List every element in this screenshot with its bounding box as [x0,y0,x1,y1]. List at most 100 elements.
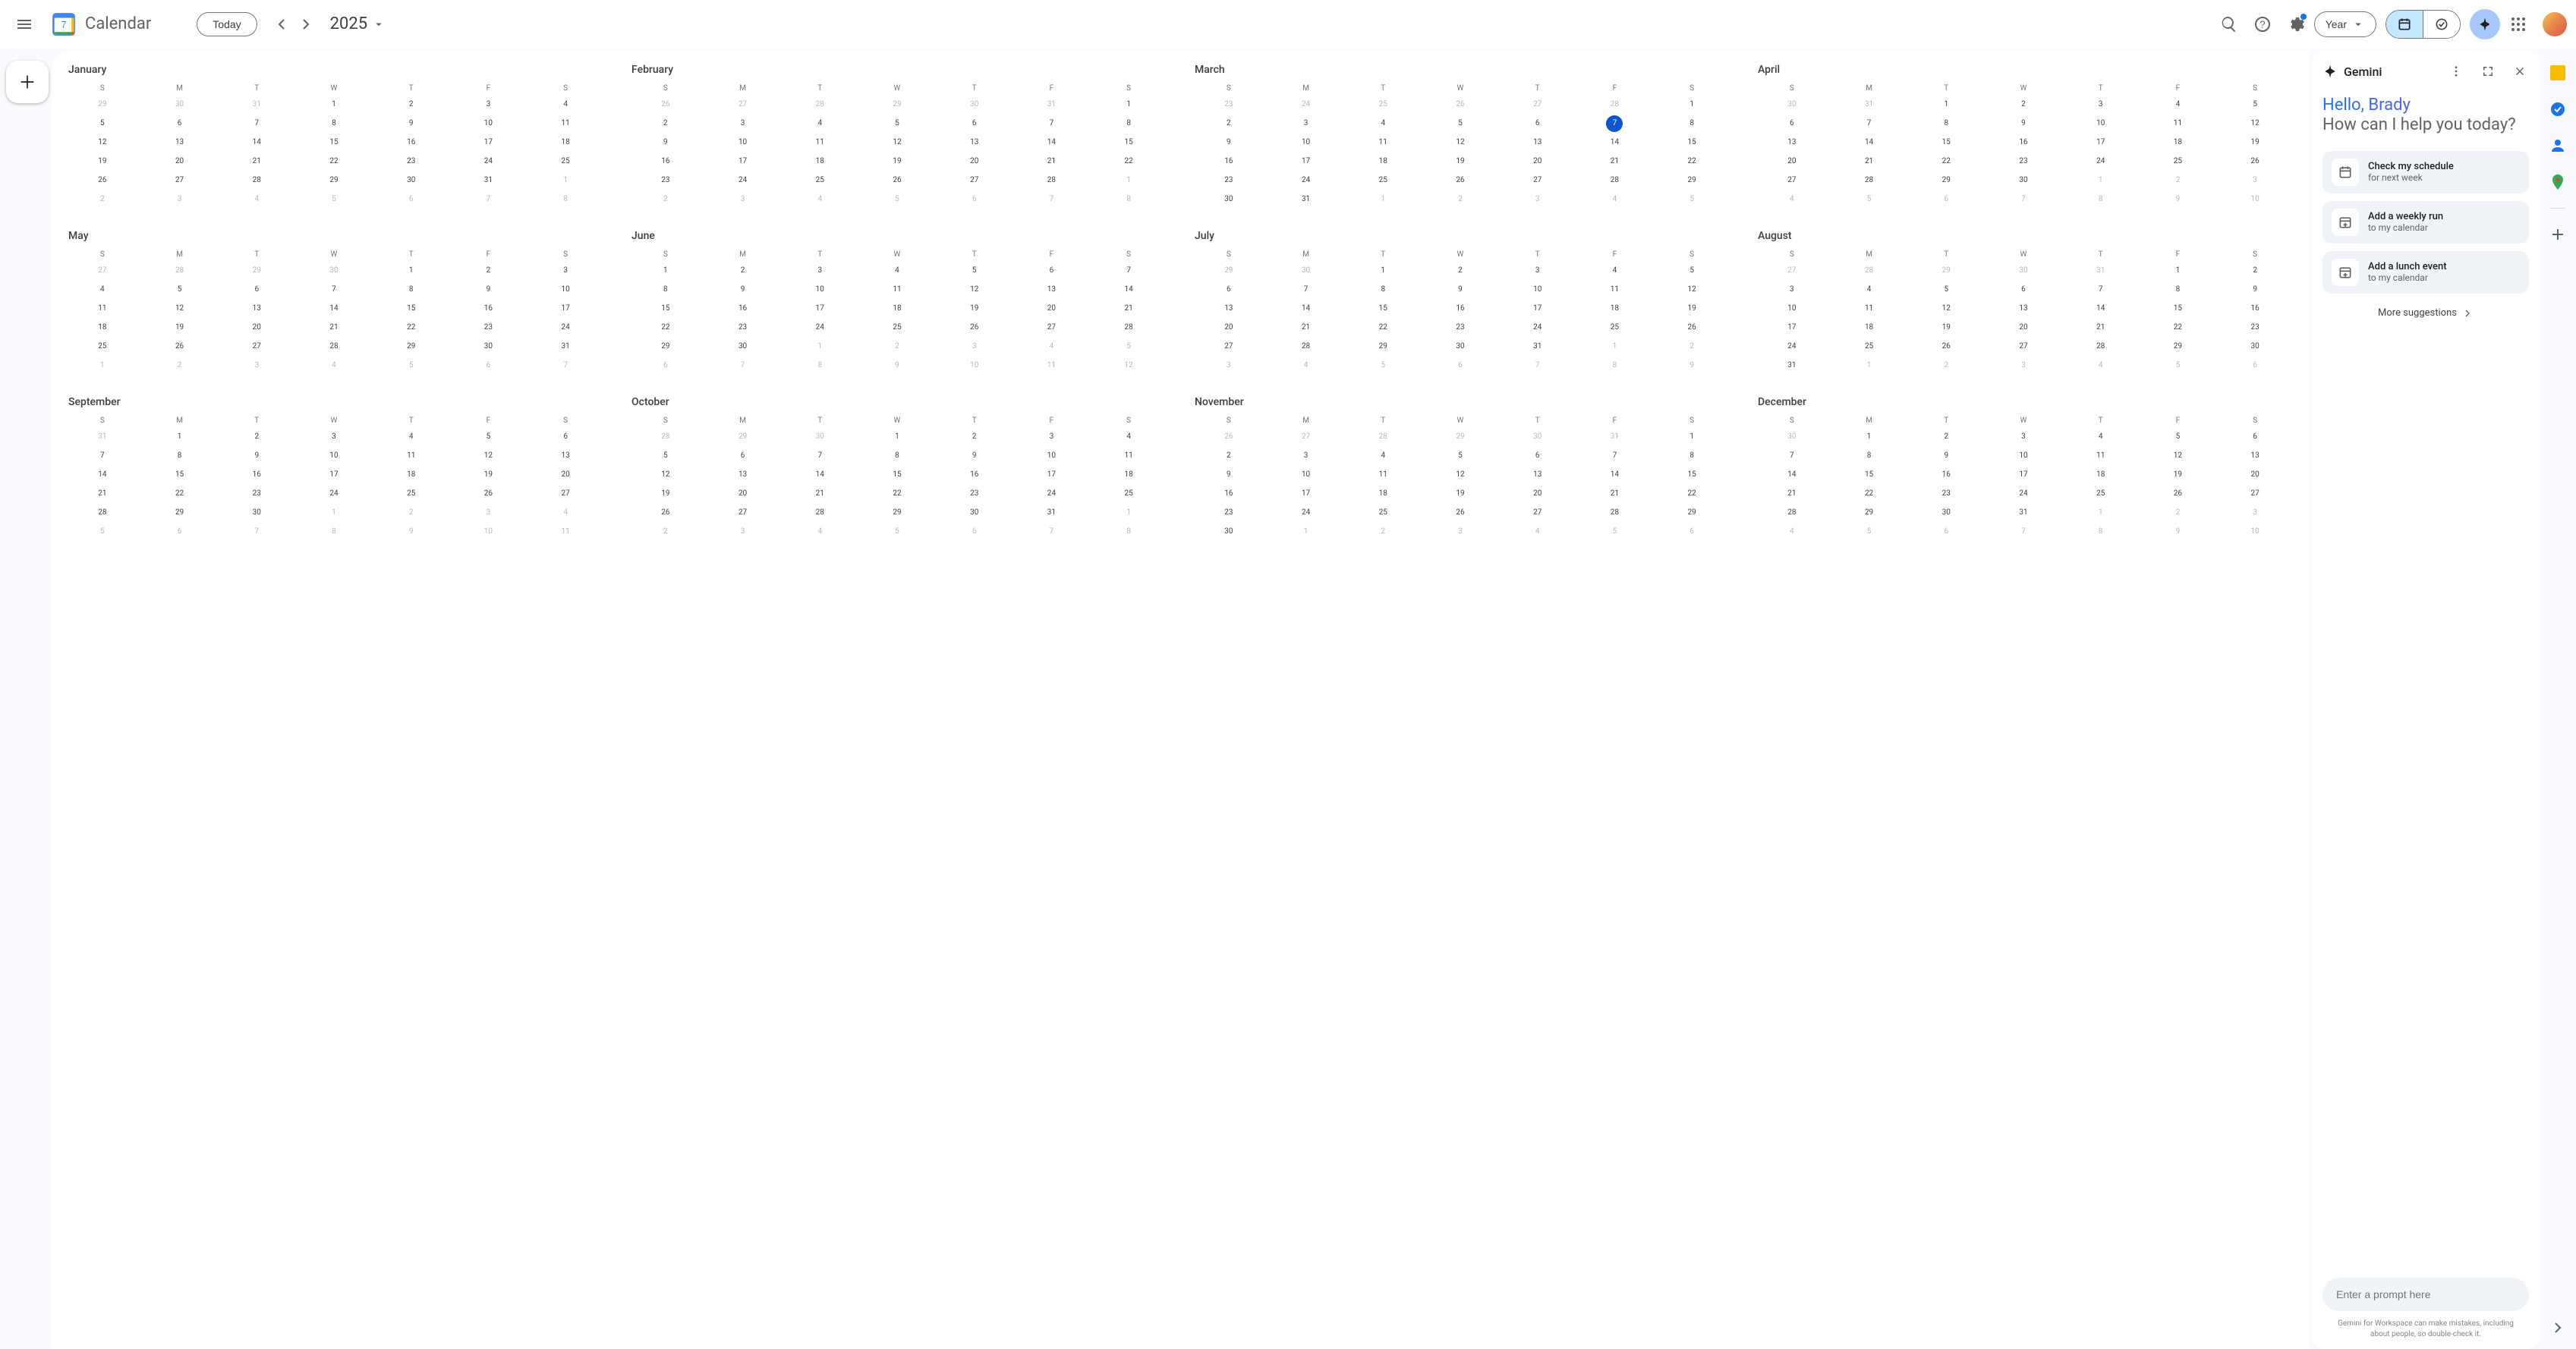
day-cell[interactable]: 14 [2062,299,2140,318]
day-cell[interactable]: 6 [141,114,219,133]
day-cell[interactable]: 23 [704,318,782,337]
day-cell[interactable]: 5 [936,261,1013,280]
day-cell[interactable]: 6 [1653,522,1730,541]
day-cell[interactable]: 14 [1268,299,1345,318]
day-cell[interactable]: 28 [1344,427,1422,446]
day-cell[interactable]: 6 [627,356,704,375]
day-cell[interactable]: 10 [1268,465,1345,484]
day-cell[interactable]: 28 [1831,171,1908,190]
day-cell[interactable]: 8 [627,280,704,299]
day-cell[interactable]: 27 [1753,171,1831,190]
day-cell[interactable]: 9 [1190,133,1268,152]
day-cell[interactable]: 5 [627,446,704,465]
tasks-layout-button[interactable] [2423,11,2460,38]
day-cell[interactable]: 3 [450,95,527,114]
day-cell[interactable]: 8 [1344,280,1422,299]
day-cell[interactable]: 6 [936,190,1013,209]
day-cell[interactable]: 8 [373,280,450,299]
day-cell[interactable]: 5 [64,114,141,133]
day-cell[interactable]: 24 [2062,152,2140,171]
day-cell[interactable]: 10 [1268,133,1345,152]
day-cell[interactable]: 10 [936,356,1013,375]
day-cell[interactable]: 28 [2062,337,2140,356]
day-cell[interactable]: 12 [936,280,1013,299]
day-cell[interactable]: 4 [1831,280,1908,299]
day-cell-today[interactable]: 7 [1576,114,1654,133]
day-cell[interactable]: 3 [2216,171,2294,190]
day-cell[interactable]: 12 [64,133,141,152]
day-cell[interactable]: 9 [2140,190,2217,209]
day-cell[interactable]: 11 [781,133,858,152]
day-cell[interactable]: 10 [450,522,527,541]
day-cell[interactable]: 11 [1831,299,1908,318]
day-cell[interactable]: 15 [2140,299,2217,318]
day-cell[interactable]: 1 [1653,427,1730,446]
day-cell[interactable]: 25 [858,318,936,337]
day-cell[interactable]: 31 [1831,95,1908,114]
day-cell[interactable]: 23 [1190,95,1268,114]
day-cell[interactable]: 6 [1499,114,1576,133]
day-cell[interactable]: 7 [1576,446,1654,465]
day-cell[interactable]: 3 [295,427,373,446]
day-cell[interactable]: 3 [704,190,782,209]
day-cell[interactable]: 25 [1344,171,1422,190]
day-cell[interactable]: 14 [1576,133,1654,152]
day-cell[interactable]: 3 [2062,95,2140,114]
day-cell[interactable]: 27 [1499,503,1576,522]
day-cell[interactable]: 6 [2216,356,2294,375]
day-cell[interactable]: 6 [1907,190,1985,209]
day-cell[interactable]: 31 [1013,95,1091,114]
day-cell[interactable]: 31 [450,171,527,190]
month-label[interactable]: March [1190,61,1730,82]
settings-icon[interactable] [2281,9,2311,39]
day-cell[interactable]: 5 [1576,522,1654,541]
app-logo[interactable]: 7 Calendar [43,9,157,39]
day-cell[interactable]: 24 [1268,503,1345,522]
day-cell[interactable]: 26 [1422,171,1499,190]
day-cell[interactable]: 25 [1090,484,1167,503]
month-label[interactable]: January [64,61,604,82]
day-cell[interactable]: 23 [1190,171,1268,190]
day-cell[interactable]: 13 [704,465,782,484]
day-cell[interactable]: 14 [295,299,373,318]
day-cell[interactable]: 13 [936,133,1013,152]
day-cell[interactable]: 27 [1499,95,1576,114]
day-cell[interactable]: 1 [2062,171,2140,190]
day-cell[interactable]: 9 [936,446,1013,465]
day-cell[interactable]: 25 [1344,503,1422,522]
day-cell[interactable]: 28 [627,427,704,446]
day-cell[interactable]: 6 [936,114,1013,133]
day-cell[interactable]: 31 [2062,261,2140,280]
day-cell[interactable]: 9 [373,114,450,133]
day-cell[interactable]: 31 [1985,503,2062,522]
day-cell[interactable]: 30 [936,95,1013,114]
day-cell[interactable]: 14 [1090,280,1167,299]
day-cell[interactable]: 21 [1576,152,1654,171]
day-cell[interactable]: 9 [704,280,782,299]
day-cell[interactable]: 27 [1013,318,1091,337]
day-cell[interactable]: 3 [141,190,219,209]
day-cell[interactable]: 12 [1653,280,1730,299]
day-cell[interactable]: 30 [1985,261,2062,280]
day-cell[interactable]: 27 [218,337,295,356]
day-cell[interactable]: 12 [1422,133,1499,152]
month-label[interactable]: September [64,393,604,414]
day-cell[interactable]: 29 [64,95,141,114]
today-button[interactable]: Today [197,12,257,36]
day-cell[interactable]: 20 [218,318,295,337]
day-cell[interactable]: 18 [1344,484,1422,503]
day-cell[interactable]: 29 [627,337,704,356]
gemini-prompt-input[interactable] [2322,1278,2529,1311]
day-cell[interactable]: 8 [781,356,858,375]
day-cell[interactable]: 27 [936,171,1013,190]
day-cell[interactable]: 7 [1013,522,1091,541]
day-cell[interactable]: 5 [2140,427,2217,446]
day-cell[interactable]: 26 [1422,95,1499,114]
day-cell[interactable]: 3 [1013,427,1091,446]
day-cell[interactable]: 29 [1831,503,1908,522]
day-cell[interactable]: 7 [781,446,858,465]
day-cell[interactable]: 13 [1499,133,1576,152]
search-icon[interactable] [2214,9,2244,39]
day-cell[interactable]: 28 [781,95,858,114]
day-cell[interactable]: 14 [781,465,858,484]
